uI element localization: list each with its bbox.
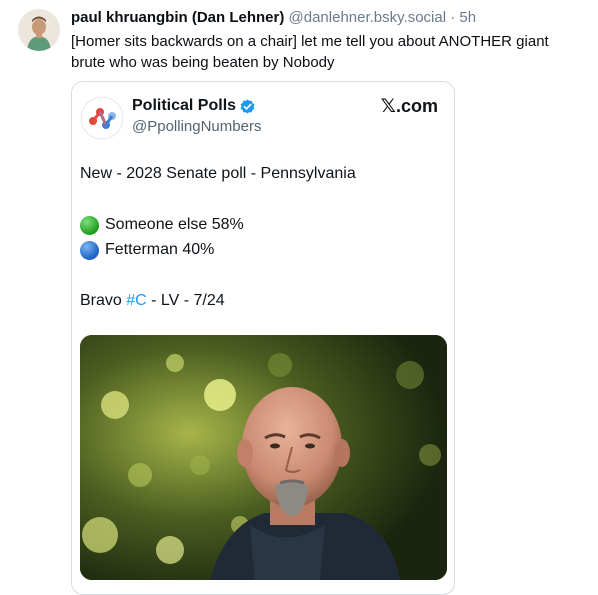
pollster-text: Bravo — [80, 292, 127, 309]
post-text: [Homer sits backwards on a chair] let me… — [71, 33, 549, 71]
embed-name-row[interactable]: Political Polls — [132, 96, 255, 116]
embed-headline: New - 2028 Senate poll - Pennsylvania — [80, 164, 356, 184]
verified-badge-icon — [240, 98, 255, 114]
embed-photo[interactable] — [80, 335, 447, 580]
hashtag-link[interactable]: #C — [126, 291, 146, 311]
political-polls-logo-icon[interactable] — [80, 96, 124, 140]
x-logo-icon: 𝕏 — [380, 96, 396, 117]
result-text: Fetterman 40% — [105, 241, 215, 258]
author-name[interactable]: paul khruangbin (Dan Lehner) — [71, 9, 284, 26]
post-time[interactable]: 5h — [459, 9, 476, 26]
x-com-link[interactable]: 𝕏.com — [381, 95, 438, 118]
quote-embed[interactable]: Political Polls @PpollingNumbers 𝕏.com N… — [71, 81, 455, 595]
x-com-domain: .com — [395, 96, 438, 116]
author-handle[interactable]: @danlehner.bsky.social — [289, 9, 447, 26]
embed-footer: Bravo #C - LV - 7/24 — [80, 291, 225, 311]
poll-result-fetterman: Fetterman 40% — [80, 240, 214, 260]
blue-circle-icon — [80, 240, 99, 260]
embed-name[interactable]: Political Polls — [132, 96, 236, 116]
poll-result-someone-else: Someone else 58% — [80, 215, 244, 235]
embed-headline-text: New - 2028 Senate poll - Pennsylvania — [80, 165, 356, 182]
post[interactable]: paul khruangbin (Dan Lehner) @danlehner.… — [0, 0, 598, 595]
author-avatar[interactable] — [18, 9, 60, 51]
separator: · — [450, 9, 456, 26]
green-circle-icon — [80, 215, 99, 235]
poll-meta-text: - LV - 7/24 — [146, 292, 225, 309]
embed-handle[interactable]: @PpollingNumbers — [132, 117, 261, 137]
result-text: Someone else 58% — [105, 216, 244, 233]
post-header: paul khruangbin (Dan Lehner) @danlehner.… — [71, 8, 588, 28]
